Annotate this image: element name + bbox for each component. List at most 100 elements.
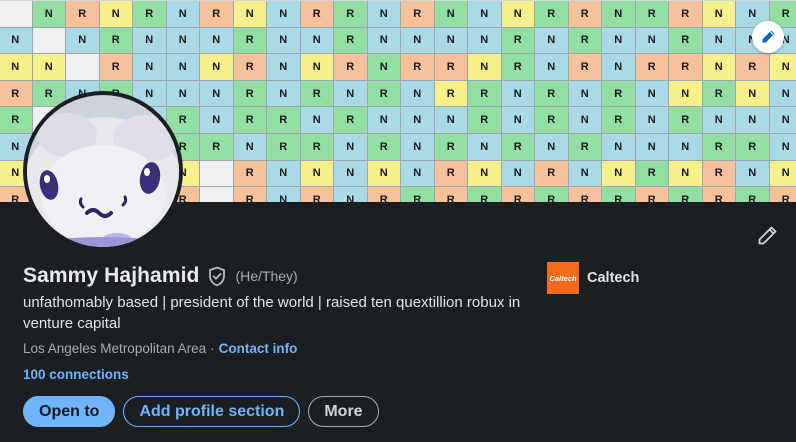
grid-cell: R	[334, 54, 368, 81]
grid-cell: N	[267, 160, 301, 188]
grid-cell: N	[166, 54, 200, 81]
grid-cell: R	[635, 187, 669, 202]
grid-cell: R	[669, 187, 703, 202]
grid-cell: R	[535, 160, 569, 188]
grid-cell: N	[267, 187, 301, 202]
grid-cell: N	[267, 80, 301, 108]
grid-cell: N	[736, 107, 770, 134]
grid-cell: N	[602, 160, 636, 188]
grid-cell: R	[535, 187, 569, 202]
grid-cell: R	[233, 187, 267, 202]
grid-cell: R	[568, 27, 602, 55]
edit-intro-button[interactable]	[752, 221, 782, 251]
grid-cell: R	[702, 187, 736, 202]
grid-cell: N	[367, 107, 401, 134]
edit-banner-button[interactable]	[752, 21, 784, 53]
grid-cell: R	[736, 187, 770, 202]
grid-cell: R	[669, 54, 703, 81]
connections-link[interactable]: 100 connections	[23, 367, 129, 382]
grid-cell: R	[367, 187, 401, 202]
grid-cell: R	[702, 80, 736, 108]
grid-cell: R	[434, 187, 468, 202]
grid-cell: R	[535, 80, 569, 108]
open-to-button[interactable]: Open to	[23, 396, 116, 427]
grid-cell: R	[233, 107, 267, 134]
grid-cell: R	[468, 80, 502, 108]
grid-cell: R	[367, 133, 401, 161]
grid-cell: N	[334, 187, 368, 202]
grid-cell: N	[200, 107, 234, 134]
grid-cell: R	[736, 54, 770, 81]
grid-cell: R	[501, 133, 535, 161]
grid-cell: R	[635, 160, 669, 188]
grid-cell: N	[267, 54, 301, 81]
grid-cell: R	[501, 27, 535, 55]
grid-cell: N	[468, 160, 502, 188]
grid-cell: N	[300, 107, 334, 134]
grid-cell: N	[434, 27, 468, 55]
grid-cell: N	[635, 107, 669, 134]
contact-info-link[interactable]: Contact info	[219, 341, 298, 356]
grid-cell: N	[334, 160, 368, 188]
grid-cell: N	[468, 1, 502, 28]
separator-dot: ·	[210, 341, 215, 356]
grid-cell: R	[468, 187, 502, 202]
grid-cell: R	[133, 1, 167, 28]
grid-cell: R	[300, 133, 334, 161]
grid-cell: N	[166, 27, 200, 55]
grid-cell: N	[300, 27, 334, 55]
grid-cell: N	[200, 27, 234, 55]
grid-cell: R	[535, 107, 569, 134]
grid-cell: N	[468, 27, 502, 55]
grid-cell: N	[66, 27, 100, 55]
grid-cell: N	[367, 1, 401, 28]
grid-cell: R	[434, 133, 468, 161]
grid-cell: R	[434, 80, 468, 108]
profile-name: Sammy Hajhamid	[23, 264, 200, 287]
grid-cell: R	[501, 54, 535, 81]
grid-cell: R	[401, 54, 435, 81]
grid-cell: R	[568, 187, 602, 202]
grid-cell: N	[702, 27, 736, 55]
verified-shield-icon[interactable]	[207, 266, 227, 287]
grid-cell: N	[99, 1, 133, 28]
avatar[interactable]	[23, 91, 183, 251]
grid-cell: R	[0, 80, 33, 108]
add-profile-section-button[interactable]: Add profile section	[123, 396, 301, 427]
grid-cell: N	[501, 1, 535, 28]
grid-cell: N	[669, 133, 703, 161]
location-text: Los Angeles Metropolitan Area	[23, 341, 207, 356]
grid-cell: R	[635, 1, 669, 28]
grid-cell	[200, 187, 234, 202]
grid-cell: R	[602, 107, 636, 134]
grid-cell: N	[401, 27, 435, 55]
grid-cell: N	[401, 133, 435, 161]
education-item[interactable]: Caltech Caltech	[547, 262, 639, 294]
grid-cell: N	[501, 107, 535, 134]
grid-cell: N	[769, 107, 796, 134]
grid-cell: R	[702, 160, 736, 188]
grid-cell: R	[702, 133, 736, 161]
grid-cell: R	[468, 107, 502, 134]
grid-cell: N	[602, 27, 636, 55]
grid-cell: R	[200, 1, 234, 28]
grid-cell: N	[200, 80, 234, 108]
grid-cell: N	[166, 1, 200, 28]
grid-cell: N	[367, 54, 401, 81]
more-button[interactable]: More	[308, 396, 379, 427]
grid-cell: R	[568, 1, 602, 28]
grid-cell: N	[669, 160, 703, 188]
grid-cell: R	[300, 1, 334, 28]
grid-cell: N	[133, 27, 167, 55]
grid-cell: N	[200, 54, 234, 81]
grid-cell: R	[434, 160, 468, 188]
grid-cell: N	[334, 133, 368, 161]
caltech-logo: Caltech	[547, 262, 579, 294]
grid-cell	[66, 54, 100, 81]
grid-cell: R	[401, 1, 435, 28]
grid-cell: N	[535, 133, 569, 161]
grid-cell: N	[702, 1, 736, 28]
grid-cell: N	[702, 107, 736, 134]
grid-cell: N	[568, 80, 602, 108]
grid-cell: R	[635, 54, 669, 81]
